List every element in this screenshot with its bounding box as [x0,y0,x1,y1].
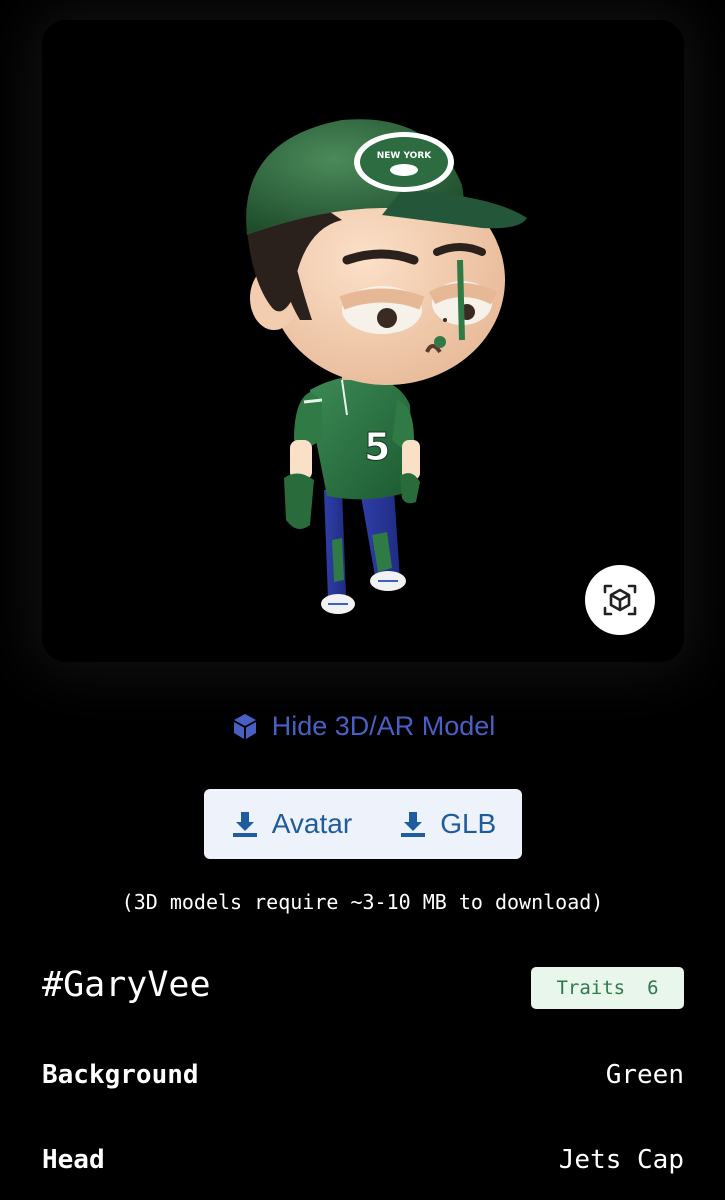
download-avatar-button[interactable]: Avatar [230,808,352,840]
trait-value: Jets Cap [558,1145,684,1175]
trait-row-background: Background Green [42,1060,684,1090]
hide-3d-model-toggle[interactable]: Hide 3D/AR Model [0,706,725,746]
jersey-number: 5 [364,425,390,469]
trait-label: Head [42,1145,105,1175]
download-glb-button[interactable]: GLB [398,808,496,840]
hide-3d-model-label: Hide 3D/AR Model [271,710,496,741]
ar-cube-scan-icon [603,584,637,616]
download-size-note: (3D models require ~3-10 MB to download) [121,890,604,914]
avatar-3d-model[interactable]: 5 NEW YORK [42,20,684,662]
traits-badge[interactable]: Traits 6 [531,967,684,1009]
ar-view-button[interactable] [585,565,655,635]
avatar-name: #GaryVee [42,965,211,1005]
download-icon [230,809,260,839]
download-panel: Avatar GLB [204,789,522,859]
trait-value: Green [605,1060,684,1090]
download-avatar-label: Avatar [271,808,353,839]
model-viewer[interactable]: 5 NEW YORK [42,20,684,662]
download-icon [398,809,428,839]
traits-label: Traits [556,977,626,999]
cap-logo-text: NEW YORK [377,151,433,161]
trait-row-head: Head Jets Cap [42,1145,684,1175]
trait-label: Background [42,1060,199,1090]
cube-icon [230,711,260,741]
traits-count: 6 [647,977,659,999]
download-glb-label: GLB [440,808,497,839]
